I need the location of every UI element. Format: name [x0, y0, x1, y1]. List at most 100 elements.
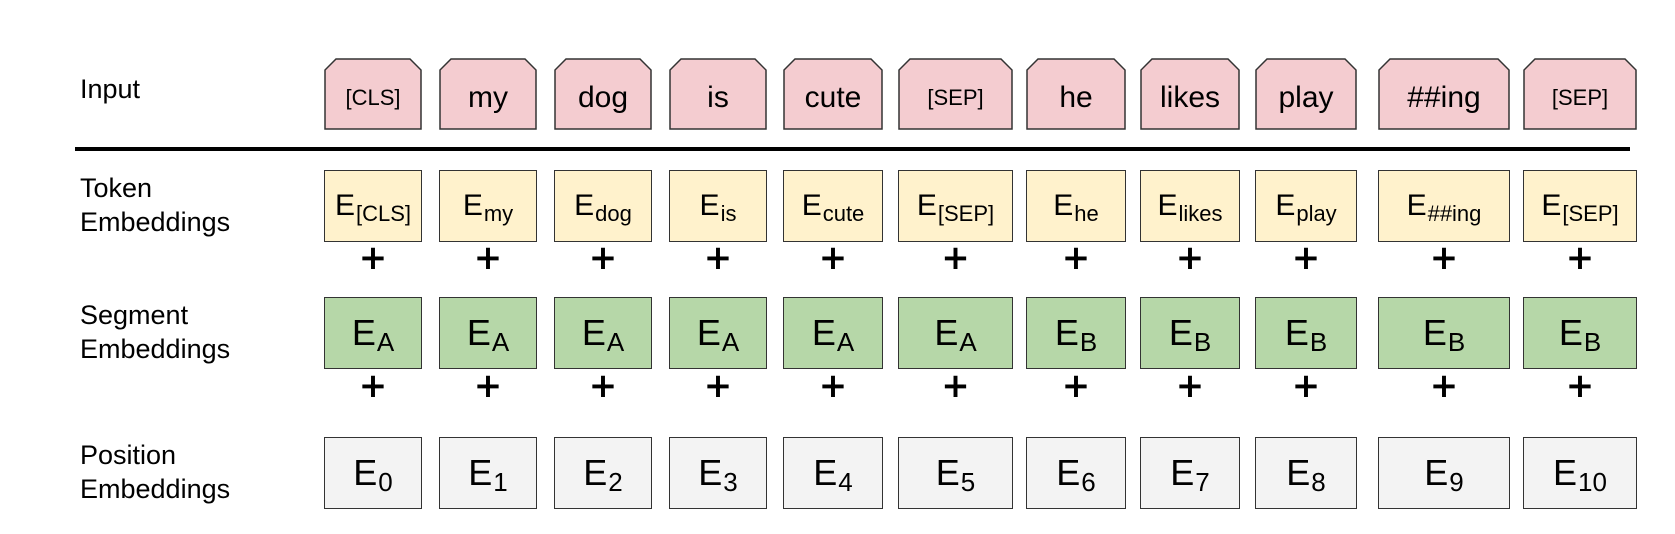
position-embedding-subscript: 2 — [608, 467, 623, 498]
position-embedding-subscript: 6 — [1081, 467, 1096, 498]
input-token: dog — [554, 62, 652, 134]
segment-embedding-box: EA — [554, 297, 652, 369]
position-embedding-box: E0 — [324, 437, 422, 509]
position-embedding-box: E5 — [898, 437, 1013, 509]
token-embedding-subscript: ##ing — [1427, 201, 1482, 227]
token-embedding-subscript: dog — [595, 201, 632, 227]
segment-embedding-symbol: E — [581, 312, 606, 353]
input-token-label: cute — [804, 81, 862, 114]
segment-embedding-box: EA — [324, 297, 422, 369]
segment-embedding-box: EB — [1255, 297, 1357, 369]
segment-embedding-box: EA — [669, 297, 767, 369]
token-embedding-symbol: E — [1275, 189, 1296, 222]
position-embedding-subscript: 1 — [493, 467, 508, 498]
input-token: is — [669, 62, 767, 134]
segment-embedding-symbol: E — [696, 312, 721, 353]
input-token-label: ##ing — [1407, 81, 1481, 114]
plus-icon-segment-position: + — [1565, 366, 1595, 406]
segment-embedding-subscript: A — [721, 327, 740, 358]
token-embedding-symbol: E — [801, 189, 822, 222]
position-embedding-subscript: 4 — [838, 467, 853, 498]
token-embedding-box: E ##ing — [1378, 170, 1510, 242]
position-embedding-symbol: E — [698, 452, 723, 493]
position-embedding-symbol: E — [1424, 452, 1449, 493]
token-embedding-subscript: he — [1074, 201, 1099, 227]
segment-embedding-box: EA — [439, 297, 537, 369]
position-embedding-symbol: E — [935, 452, 960, 493]
token-embedding-symbol: E — [1157, 189, 1178, 222]
segment-embedding-symbol: E — [934, 312, 959, 353]
token-embedding-symbol: E — [1406, 189, 1427, 222]
segment-embedding-subscript: A — [836, 327, 855, 358]
segment-embedding-symbol: E — [1422, 312, 1447, 353]
segment-embedding-box: EB — [1523, 297, 1637, 369]
input-token-label: likes — [1159, 81, 1220, 114]
plus-icon-token-segment: + — [1565, 238, 1595, 278]
segment-embedding-subscript: A — [606, 327, 625, 358]
segment-embedding-subscript: A — [491, 327, 510, 358]
token-embedding-subscript: likes — [1178, 201, 1223, 227]
plus-icon-token-segment: + — [941, 238, 970, 278]
segment-embedding-symbol: E — [1054, 312, 1079, 353]
plus-icon-segment-position: + — [703, 366, 733, 406]
input-token: play — [1255, 62, 1357, 134]
input-token: my — [439, 62, 537, 134]
token-embedding-symbol: E — [1053, 189, 1074, 222]
segment-embedding-symbol: E — [466, 312, 491, 353]
row-label-segment-embeddings: Segment Embeddings — [80, 300, 231, 364]
position-embedding-box: E8 — [1255, 437, 1357, 509]
position-embedding-box: E4 — [783, 437, 883, 509]
position-embedding-subscript: 0 — [378, 467, 393, 498]
segment-embedding-subscript: B — [1309, 327, 1328, 358]
token-embedding-subscript: cute — [822, 201, 865, 227]
position-embedding-box: E7 — [1140, 437, 1240, 509]
plus-icon-segment-position: + — [1429, 366, 1459, 406]
token-embedding-box: E [SEP] — [1523, 170, 1637, 242]
position-embedding-symbol: E — [583, 452, 608, 493]
segment-embedding-symbol: E — [351, 312, 376, 353]
token-embedding-subscript: [SEP] — [1562, 201, 1619, 227]
token-embedding-symbol: E — [699, 189, 720, 222]
token-embedding-box: Ecute — [783, 170, 883, 242]
position-embedding-symbol: E — [468, 452, 493, 493]
token-embedding-symbol: E — [574, 189, 595, 222]
token-embedding-box: Elikes — [1140, 170, 1240, 242]
segment-embedding-subscript: B — [1079, 327, 1098, 358]
token-embedding-box: Ehe — [1026, 170, 1126, 242]
position-embedding-symbol: E — [1286, 452, 1311, 493]
position-embedding-subscript: 8 — [1311, 467, 1326, 498]
plus-icon-segment-position: + — [1061, 366, 1091, 406]
input-token: cute — [783, 62, 883, 134]
input-token-label: my — [468, 81, 508, 114]
position-embedding-subscript: 7 — [1195, 467, 1210, 498]
input-token-label: [SEP] — [927, 85, 984, 110]
plus-icon-token-segment: + — [1175, 238, 1205, 278]
input-token: [SEP] — [898, 62, 1013, 134]
token-embedding-subscript: [CLS] — [355, 201, 412, 227]
position-embedding-box: E9 — [1378, 437, 1510, 509]
plus-icon-segment-position: + — [358, 366, 388, 406]
input-token: [SEP] — [1523, 62, 1637, 134]
token-embedding-box: E [CLS] — [324, 170, 422, 242]
token-embedding-symbol: E — [916, 189, 937, 222]
token-embedding-subscript: [SEP] — [937, 201, 995, 227]
position-embedding-subscript: 9 — [1449, 467, 1464, 498]
input-token: ##ing — [1378, 62, 1510, 134]
input-token: [CLS] — [324, 62, 422, 134]
segment-embedding-symbol: E — [1558, 312, 1583, 353]
segment-embedding-symbol: E — [1284, 312, 1309, 353]
plus-icon-token-segment: + — [818, 238, 848, 278]
position-embedding-box: E 10 — [1523, 437, 1637, 509]
token-embedding-subscript: is — [720, 201, 737, 227]
row-label-position-embeddings: Position Embeddings — [80, 440, 231, 504]
segment-embedding-subscript: A — [959, 327, 977, 358]
position-embedding-box: E6 — [1026, 437, 1126, 509]
input-token-label: [SEP] — [1551, 85, 1609, 110]
token-embedding-symbol: E — [334, 189, 355, 222]
plus-icon-segment-position: + — [588, 366, 618, 406]
position-embedding-subscript: 3 — [723, 467, 738, 498]
segment-embedding-box: EB — [1140, 297, 1240, 369]
input-token-label: play — [1278, 81, 1334, 114]
segment-embedding-box: EA — [898, 297, 1013, 369]
segment-embedding-subscript: B — [1447, 327, 1466, 358]
